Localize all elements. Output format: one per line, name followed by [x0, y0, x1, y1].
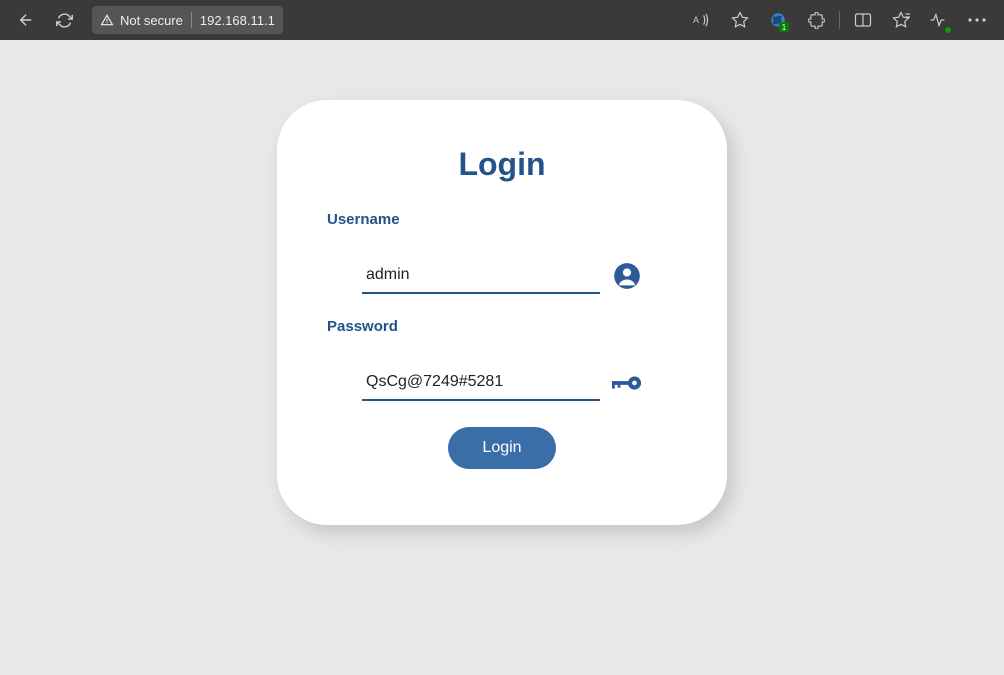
- password-input[interactable]: [362, 365, 600, 401]
- page-content: Login Username Password Login: [0, 40, 1004, 675]
- favorite-icon[interactable]: [723, 4, 757, 36]
- favorites-list-icon[interactable]: [884, 4, 918, 36]
- security-label: Not secure: [120, 13, 183, 28]
- more-options-icon[interactable]: [960, 4, 994, 36]
- extension-badge: 1: [779, 22, 789, 32]
- svg-text:A: A: [693, 15, 699, 25]
- separator: [839, 11, 840, 29]
- performance-dot-icon: [945, 27, 951, 33]
- username-input[interactable]: [362, 258, 600, 294]
- password-label: Password: [327, 318, 677, 335]
- browser-toolbar: Not secure 192.168.11.1 A 1: [0, 0, 1004, 40]
- split-screen-icon[interactable]: [846, 4, 880, 36]
- read-aloud-icon[interactable]: A: [685, 4, 719, 36]
- performance-icon[interactable]: [922, 4, 956, 36]
- extensions-icon[interactable]: [799, 4, 833, 36]
- username-label: Username: [327, 211, 677, 228]
- username-row: [362, 258, 642, 294]
- login-card: Login Username Password Login: [277, 100, 727, 525]
- address-bar[interactable]: Not secure 192.168.11.1: [92, 6, 283, 34]
- user-icon: [612, 261, 642, 291]
- divider: [191, 12, 192, 28]
- key-icon: [612, 368, 642, 398]
- warning-icon: [100, 13, 114, 27]
- refresh-button[interactable]: [48, 4, 80, 36]
- password-row: [362, 365, 642, 401]
- back-button[interactable]: [10, 4, 42, 36]
- network-globe-icon[interactable]: 1: [761, 4, 795, 36]
- login-button[interactable]: Login: [448, 427, 555, 469]
- security-indicator: Not secure: [100, 13, 183, 28]
- login-title: Login: [327, 146, 677, 183]
- toolbar-right: A 1: [685, 4, 994, 36]
- url-text: 192.168.11.1: [200, 13, 275, 28]
